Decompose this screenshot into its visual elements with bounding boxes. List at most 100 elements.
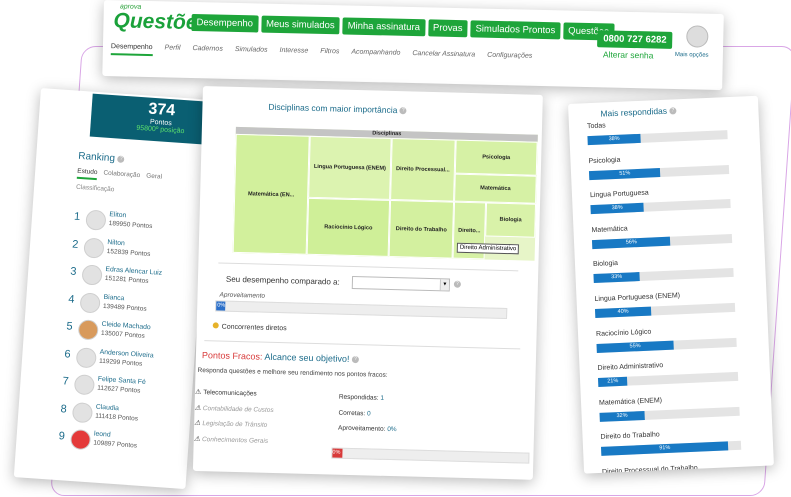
progress-bar: 21% xyxy=(597,372,739,388)
subnav-interesse[interactable]: Interesse xyxy=(279,47,308,60)
ranking-item[interactable]: 7 Felipe Santa Fé 112627 Pontos xyxy=(61,373,146,400)
mais-respondidas-item[interactable]: Todas 38% xyxy=(587,119,728,158)
nav-simulados-prontos[interactable]: Simulados Prontos xyxy=(470,20,561,40)
ranking-item[interactable]: 5 Cleide Machado 135007 Pontos xyxy=(65,318,151,345)
mais-respondidas-item[interactable]: Direito do Trabalho 91% xyxy=(600,430,742,469)
nav-provas[interactable]: Provas xyxy=(427,19,468,38)
treemap-tooltip: Direito Administrativo xyxy=(456,242,520,255)
progress-bar: 56% xyxy=(591,233,733,249)
mais-respondidas-title: Mais respondidas ? xyxy=(600,105,677,119)
mais-respondidas-item[interactable]: Lingua Portuguesa 38% xyxy=(590,188,731,227)
change-password-link[interactable]: Alterar senha xyxy=(603,49,654,60)
subnav-simulados[interactable]: Simulados xyxy=(235,46,268,59)
treemap-cell[interactable]: Matemática (EN... xyxy=(232,133,310,255)
ranking-panel: 374 Pontos 95800º posição Ranking ? Estu… xyxy=(13,88,213,490)
tab-colaboracao[interactable]: Colaboração xyxy=(103,170,140,184)
avatar xyxy=(77,319,99,341)
mais-respondidas-item[interactable]: Lingua Portuguesa (ENEM) 40% xyxy=(594,292,736,331)
rank-number: 5 xyxy=(66,320,73,333)
mais-respondidas-item[interactable]: Biologia 33% xyxy=(593,257,734,296)
phone-number[interactable]: 0800 727 6282 xyxy=(597,30,673,49)
ranking-item[interactable]: 3 Edras Alencar Luiz 151281 Pontos xyxy=(69,264,162,291)
ranking-points: 189950 Pontos xyxy=(108,220,153,231)
subnav-configuracoes[interactable]: Configurações xyxy=(487,52,532,65)
treemap-cell[interactable]: Matemática xyxy=(454,173,537,204)
sub-nav: Desempenho Perfil Cadernos Simulados Int… xyxy=(110,43,533,65)
subnav-cadernos[interactable]: Cadernos xyxy=(192,45,223,58)
progress-fill: 40% xyxy=(594,306,652,318)
pontos-fracos-stats: Respondidas: 1 Corretas: 0 Aproveitament… xyxy=(338,394,398,442)
progress-bar: 32% xyxy=(599,406,740,422)
tab-classificacao[interactable]: Classificação xyxy=(76,184,115,194)
treemap-cell[interactable]: Raciocínio Lógico xyxy=(306,197,391,257)
avatar xyxy=(73,374,96,396)
help-icon[interactable]: ? xyxy=(399,107,407,115)
ranking-name[interactable]: Eliton xyxy=(109,211,126,219)
progress-bar: 51% xyxy=(588,164,730,180)
chevron-down-icon: ▼ xyxy=(439,279,450,291)
aproveitamento-bar: 0% xyxy=(215,300,508,320)
subnav-desempenho[interactable]: Desempenho xyxy=(110,43,153,57)
ranking-name[interactable]: Claudia xyxy=(96,403,119,412)
performance-panel: Disciplinas com maior importância ? Disc… xyxy=(192,86,543,480)
top-header: aprova Questões Desempenho Meus simulado… xyxy=(102,0,724,91)
ranking-name[interactable]: Nilton xyxy=(107,239,125,247)
ranking-list: 1 Eliton 189950 Pontos 2 Nilton 152839 Ponto… xyxy=(57,209,162,456)
ranking-item[interactable]: 9 leond 109897 Pontos xyxy=(57,428,137,455)
comparison-select[interactable]: ▼ xyxy=(351,275,451,292)
ranking-tabs: Estudo Colaboração Geral xyxy=(76,167,162,185)
ranking-item[interactable]: 2 Nilton 152839 Pontos xyxy=(71,236,151,263)
subnav-filtros[interactable]: Filtros xyxy=(320,48,339,60)
treemap-cell[interactable]: Lingua Portuguesa (ENEM) xyxy=(308,135,392,200)
subnav-acompanhando[interactable]: Acompanhando xyxy=(351,49,400,62)
more-options-link[interactable]: Mais opções xyxy=(675,52,709,59)
tab-estudo[interactable]: Estudo xyxy=(76,167,98,181)
rank-number: 7 xyxy=(62,375,70,388)
treemap-cell[interactable]: Psicologia xyxy=(454,139,538,176)
progress-fill: 38% xyxy=(590,202,644,215)
ranking-item[interactable]: 4 Bianca 139489 Pontos xyxy=(67,291,147,318)
ranking-item[interactable]: 6 Anderson Oliveira 119299 Pontos xyxy=(63,346,154,373)
help-icon[interactable]: ? xyxy=(351,356,360,364)
subnav-cancelar-assinatura[interactable]: Cancelar Assinatura xyxy=(412,50,475,63)
treemap-cell[interactable]: Direito do Trabalho xyxy=(388,199,455,259)
progress-fill: 55% xyxy=(596,340,674,353)
treemap-cell[interactable]: Direito Processual... xyxy=(390,137,456,202)
avatar xyxy=(71,401,94,423)
divider xyxy=(204,340,521,350)
subnav-perfil[interactable]: Perfil xyxy=(164,44,180,56)
warning-icon: ⚠ xyxy=(194,404,201,412)
mais-respondidas-item[interactable]: Direito Administrativo 21% xyxy=(597,361,739,400)
mais-respondidas-item[interactable]: Psicologia 51% xyxy=(588,154,730,193)
help-icon[interactable]: ? xyxy=(117,155,125,163)
mais-respondidas-item[interactable]: Matemática 56% xyxy=(591,223,733,262)
mais-respondidas-item[interactable]: Matemática (ENEM) 32% xyxy=(599,396,740,435)
tab-geral[interactable]: Geral xyxy=(146,173,162,185)
pontos-fracos-subtitle: Responda questões e melhore seu rendimen… xyxy=(197,366,388,379)
nav-meus-simulados[interactable]: Meus simulados xyxy=(260,15,340,35)
pontos-fracos-item[interactable]: ⚠ Conhecimentos Gerais xyxy=(193,434,272,452)
treemap-cell[interactable]: Biologia xyxy=(485,202,537,238)
nav-desempenho[interactable]: Desempenho xyxy=(191,13,259,33)
progress-bar: 33% xyxy=(593,268,734,284)
ranking-item[interactable]: 8 Claudia 111418 Pontos xyxy=(59,401,138,428)
mais-respondidas-item[interactable]: Raciocínio Lógico 55% xyxy=(596,326,737,365)
nav-minha-assinatura[interactable]: Minha assinatura xyxy=(342,17,426,37)
rank-number: 8 xyxy=(60,402,68,416)
ranking-name[interactable]: Bianca xyxy=(103,293,124,301)
rank-number: 9 xyxy=(58,430,66,443)
rank-number: 3 xyxy=(69,265,77,278)
aproveitamento-label: Aproveitamento xyxy=(219,291,266,300)
rank-number: 6 xyxy=(64,347,72,361)
rank-number: 4 xyxy=(67,292,75,306)
ranking-name[interactable]: leond xyxy=(94,431,111,439)
help-icon[interactable]: ? xyxy=(669,107,677,115)
ranking-item[interactable]: 1 Eliton 189950 Pontos xyxy=(73,209,153,236)
ranking-points: 152839 Pontos xyxy=(106,247,151,258)
user-avatar[interactable] xyxy=(686,25,709,48)
avatar xyxy=(85,209,107,231)
help-icon[interactable]: ? xyxy=(453,280,461,288)
disciplinas-title: Disciplinas com maior importância ? xyxy=(268,102,407,116)
mais-respondidas-panel: Mais respondidas ? Todas 38% Psicologia 51%… xyxy=(568,95,774,474)
progress-fill: 38% xyxy=(587,133,641,146)
